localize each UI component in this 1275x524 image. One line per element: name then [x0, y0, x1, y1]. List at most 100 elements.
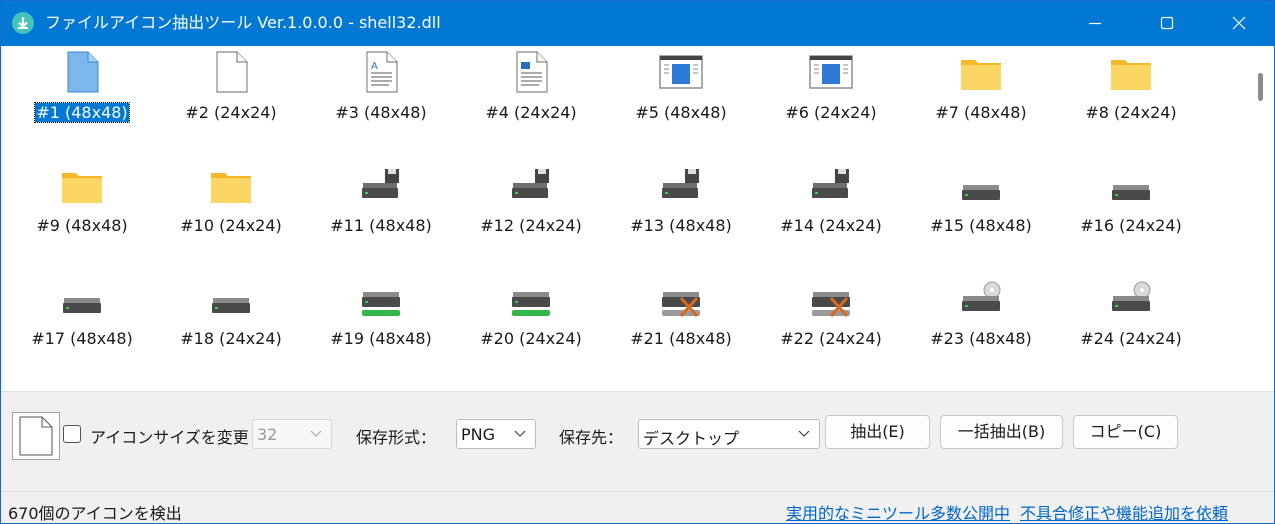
folder-icon	[959, 50, 1003, 94]
application-window-icon	[659, 50, 703, 94]
floppy-drive-icon	[509, 163, 553, 207]
folder-icon	[209, 163, 253, 207]
mini-tools-link[interactable]: 実用的なミニツール多数公開中	[786, 500, 1010, 523]
icon-cell[interactable]: #23 (48x48)	[906, 272, 1056, 384]
destination-label: 保存先：	[559, 428, 624, 447]
network-drive-icon	[359, 276, 403, 320]
resize-checkbox-label: アイコンサイズを変更	[90, 428, 249, 447]
minimize-button[interactable]	[1059, 1, 1131, 46]
feature-request-link[interactable]: 不具合修正や機能追加を依頼	[1020, 500, 1228, 523]
icon-label: #20 (24x24)	[480, 329, 582, 348]
destination-value: デスクトップ	[643, 429, 740, 448]
icon-label: #10 (24x24)	[180, 216, 282, 235]
chevron-down-icon	[798, 430, 810, 437]
maximize-icon	[1160, 16, 1174, 30]
icon-label: #3 (48x48)	[335, 103, 427, 122]
icon-label: #7 (48x48)	[935, 103, 1027, 122]
close-icon	[1232, 16, 1246, 30]
batch-extract-button[interactable]: 一括抽出(B)	[940, 415, 1063, 449]
copy-button[interactable]: コピー(C)	[1073, 415, 1178, 449]
folder-icon	[60, 163, 104, 207]
icon-label: #16 (24x24)	[1080, 216, 1182, 235]
svg-text:A: A	[371, 61, 378, 72]
icon-label: #12 (24x24)	[480, 216, 582, 235]
icon-cell[interactable]: #18 (24x24)	[156, 272, 306, 384]
icon-cell[interactable]: #8 (24x24)	[1056, 46, 1206, 158]
network-drive-icon	[509, 276, 553, 320]
icon-size-value: 32	[257, 425, 278, 444]
hard-drive-icon	[209, 276, 253, 320]
icon-size-select[interactable]: 32	[252, 419, 332, 449]
extract-button[interactable]: 抽出(E)	[825, 415, 930, 449]
icon-label: #21 (48x48)	[630, 329, 732, 348]
icon-cell[interactable]: #10 (24x24)	[156, 159, 306, 271]
icon-label: #23 (48x48)	[930, 329, 1032, 348]
icon-cell[interactable]: #19 (48x48)	[306, 272, 456, 384]
icon-label: #11 (48x48)	[330, 216, 432, 235]
icon-cell[interactable]: #2 (24x24)	[156, 46, 306, 158]
icon-cell[interactable]: #14 (24x24)	[756, 159, 906, 271]
icon-label: #24 (24x24)	[1080, 329, 1182, 348]
hard-drive-icon	[1109, 163, 1153, 207]
icon-cell[interactable]: #20 (24x24)	[456, 272, 606, 384]
icon-label: #2 (24x24)	[185, 103, 277, 122]
icon-cell[interactable]: #24 (24x24)	[1056, 272, 1206, 384]
close-button[interactable]	[1203, 1, 1274, 46]
vertical-scrollbar[interactable]	[1248, 46, 1274, 391]
icon-label: #4 (24x24)	[485, 103, 577, 122]
icon-label: #5 (48x48)	[635, 103, 727, 122]
document-blue-icon	[60, 50, 104, 94]
icon-cell[interactable]: #12 (24x24)	[456, 159, 606, 271]
icon-label: #17 (48x48)	[31, 329, 133, 348]
icon-preview	[12, 412, 60, 460]
icon-cell[interactable]: #5 (48x48)	[606, 46, 756, 158]
icon-label: #14 (24x24)	[780, 216, 882, 235]
title-bar[interactable]: ファイルアイコン抽出ツール Ver.1.0.0.0 - shell32.dll	[1, 1, 1274, 46]
floppy-drive-icon	[359, 163, 403, 207]
document-blank-icon	[209, 50, 253, 94]
icon-count-text: 670個のアイコンを検出	[8, 504, 182, 523]
icon-cell[interactable]: #22 (24x24)	[756, 272, 906, 384]
icon-label: #15 (48x48)	[930, 216, 1032, 235]
document-blank-icon	[19, 416, 53, 456]
format-value: PNG	[461, 425, 496, 444]
icon-cell[interactable]: #13 (48x48)	[606, 159, 756, 271]
hard-drive-icon	[60, 276, 104, 320]
resize-checkbox[interactable]	[63, 425, 81, 443]
icon-label: #13 (48x48)	[630, 216, 732, 235]
icon-label: #18 (24x24)	[180, 329, 282, 348]
icon-cell[interactable]: #7 (48x48)	[906, 46, 1056, 158]
status-bar: 670個のアイコンを検出 実用的なミニツール多数公開中 不具合修正や機能追加を依…	[1, 491, 1274, 523]
floppy-drive-icon	[659, 163, 703, 207]
maximize-button[interactable]	[1131, 1, 1203, 46]
destination-select[interactable]: デスクトップ	[638, 419, 820, 449]
icon-label: #19 (48x48)	[330, 329, 432, 348]
icon-cell[interactable]: A #3 (48x48)	[306, 46, 456, 158]
floppy-drive-icon	[809, 163, 853, 207]
icon-cell[interactable]: #9 (48x48)	[7, 159, 157, 271]
document-text-icon: A	[359, 50, 403, 94]
hard-drive-icon	[959, 163, 1003, 207]
icon-cell[interactable]: #21 (48x48)	[606, 272, 756, 384]
network-drive-disconnected-icon	[809, 276, 853, 320]
icon-cell[interactable]: #4 (24x24)	[456, 46, 606, 158]
window-title: ファイルアイコン抽出ツール Ver.1.0.0.0 - shell32.dll	[45, 13, 441, 32]
options-panel: アイコンサイズを変更 32 保存形式： PNG 保存先： デスクトップ 抽出(E…	[1, 391, 1274, 492]
icon-grid[interactable]: #1 (48x48) #2 (24x24) A #3 (48x48) #4 (24x24…	[3, 46, 1248, 391]
format-select[interactable]: PNG	[456, 419, 536, 449]
icon-cell[interactable]: #11 (48x48)	[306, 159, 456, 271]
icon-cell[interactable]: #15 (48x48)	[906, 159, 1056, 271]
icon-cell[interactable]: #6 (24x24)	[756, 46, 906, 158]
folder-icon	[1109, 50, 1153, 94]
network-drive-disconnected-icon	[659, 276, 703, 320]
minimize-icon	[1089, 22, 1101, 25]
download-icon	[12, 12, 34, 34]
icon-label: #9 (48x48)	[36, 216, 128, 235]
application-window-icon	[809, 50, 853, 94]
icon-cell[interactable]: #1 (48x48)	[7, 46, 157, 158]
icon-cell[interactable]: #17 (48x48)	[7, 272, 157, 384]
icon-label: #8 (24x24)	[1085, 103, 1177, 122]
scrollbar-thumb[interactable]	[1258, 73, 1263, 101]
chevron-down-icon	[514, 430, 526, 437]
icon-cell[interactable]: #16 (24x24)	[1056, 159, 1206, 271]
